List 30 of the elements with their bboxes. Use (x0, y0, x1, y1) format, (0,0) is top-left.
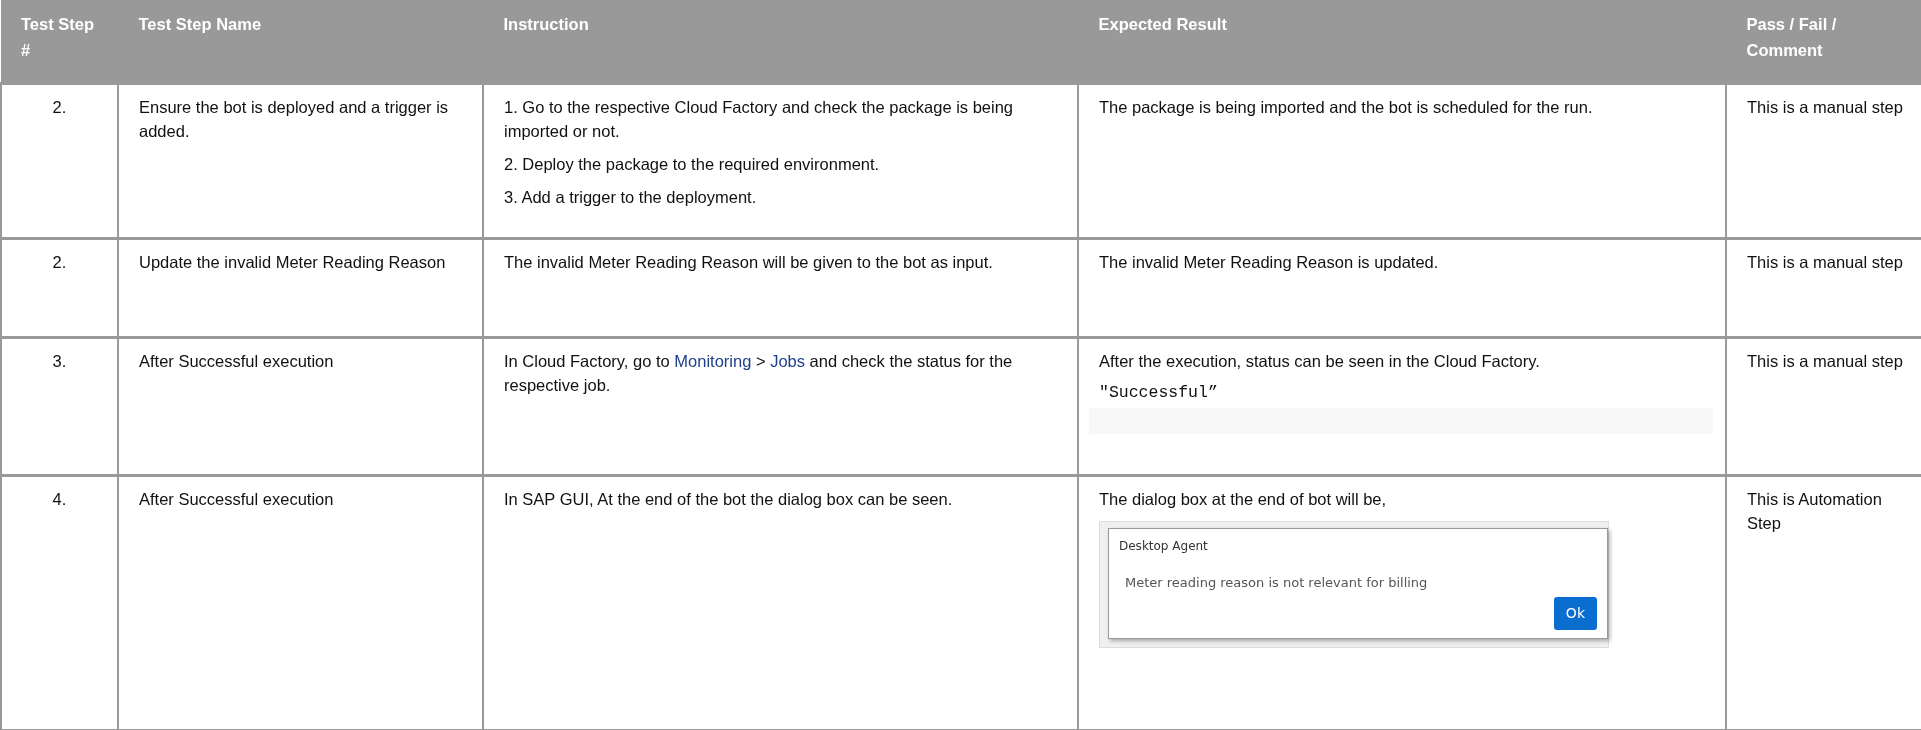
link[interactable]: Monitoring (674, 351, 752, 370)
instruction-text: 3. Add a trigger to the deployment. (504, 186, 758, 208)
dialog-title: Desktop Agent (1119, 538, 1209, 556)
dialog-message: Meter reading reason is not relevant for billing (1125, 574, 1429, 593)
table-cell: Ensure the bot is deployed and a trigger is added. (118, 83, 483, 238)
instruction-text: 2. Deploy the package to the required environment. (504, 154, 881, 175)
instruction-text: In SAP GUI, At the end of the bot the dialog box can be seen. (504, 488, 954, 510)
column-header: Test Step # (1, 0, 118, 83)
table-cell: This is Automation Step (1726, 475, 1921, 730)
table-cell: After Successful execution (118, 337, 483, 475)
column-header: Test Step Name (118, 0, 483, 83)
table-cell: Update the invalid Meter Reading Reason (118, 238, 483, 337)
instruction-text: The invalid Meter Reading Reason will be given to the bot as input. (504, 251, 994, 273)
table-cell: 3. (1, 337, 118, 475)
expected-text: The package is being imported and the bot is scheduled for the run. (1099, 96, 1594, 118)
expected-text: After the execution, status can be seen in the Cloud Factory. (1099, 350, 1541, 372)
link[interactable]: Jobs (770, 351, 805, 370)
expected-text: The dialog box at the end of bot will be, (1099, 488, 1388, 510)
column-header: Instruction (483, 0, 1078, 83)
column-header: Expected Result (1078, 0, 1726, 83)
table-cell: After Successful execution (118, 475, 483, 730)
table-cell: 2. (1, 83, 118, 238)
table-cell: 2. (1, 238, 118, 337)
status-code-text: "Successful” (1099, 382, 1219, 405)
instruction-text: In Cloud Factory, go to Monitoring > Jobs and check the status for the respective job. (504, 350, 1014, 397)
table-cell: 4. (1, 475, 118, 730)
expected-text: The invalid Meter Reading Reason is updated. (1099, 251, 1440, 273)
instruction-text: 1. Go to the respective Cloud Factory and check the package is being imported or not. (504, 96, 1015, 143)
ok-button[interactable]: Ok (1553, 596, 1597, 630)
column-header: Pass / Fail / Comment (1726, 0, 1921, 83)
